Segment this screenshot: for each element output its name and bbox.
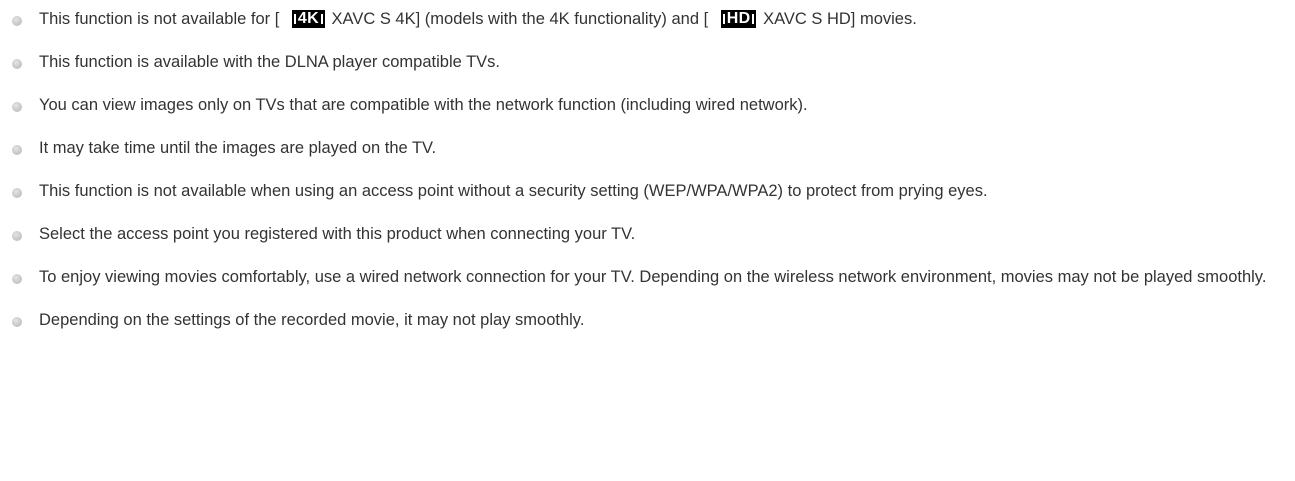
note-text: This function is available with the DLNA…	[39, 53, 501, 71]
note-item: It may take time until the images are pl…	[0, 135, 1295, 161]
notes-list: This function is not available for [ 4K …	[0, 6, 1295, 333]
bullet-icon	[12, 231, 22, 241]
note-text: Select the access point you registered w…	[39, 225, 636, 243]
note-text-after: XAVC S HD] movies.	[763, 10, 917, 28]
note-item: This function is available with the DLNA…	[0, 49, 1295, 75]
note-item: Select the access point you registered w…	[0, 221, 1295, 247]
bullet-icon	[12, 59, 22, 69]
note-text-middle: XAVC S 4K] (models with the 4K functiona…	[331, 10, 709, 28]
note-text: This function is not available when usin…	[39, 182, 988, 200]
bullet-icon	[12, 188, 22, 198]
bullet-icon	[12, 145, 22, 155]
format-hd-badge: HD	[720, 10, 757, 28]
note-item: You can view images only on TVs that are…	[0, 92, 1295, 118]
bullet-icon	[12, 317, 22, 327]
note-item: Depending on the settings of the recorde…	[0, 307, 1295, 333]
note-item: This function is not available for [ 4K …	[0, 6, 1295, 32]
note-text: You can view images only on TVs that are…	[39, 96, 808, 114]
note-text-before: This function is not available for [	[39, 10, 280, 28]
format-4k-badge: 4K	[291, 10, 325, 28]
note-text: It may take time until the images are pl…	[39, 139, 437, 157]
note-item: To enjoy viewing movies comfortably, use…	[0, 264, 1295, 290]
note-text: To enjoy viewing movies comfortably, use…	[39, 268, 1267, 286]
note-item: This function is not available when usin…	[0, 178, 1295, 204]
bullet-icon	[12, 274, 22, 284]
note-text: Depending on the settings of the recorde…	[39, 311, 585, 329]
bullet-icon	[12, 102, 22, 112]
bullet-icon	[12, 16, 22, 26]
